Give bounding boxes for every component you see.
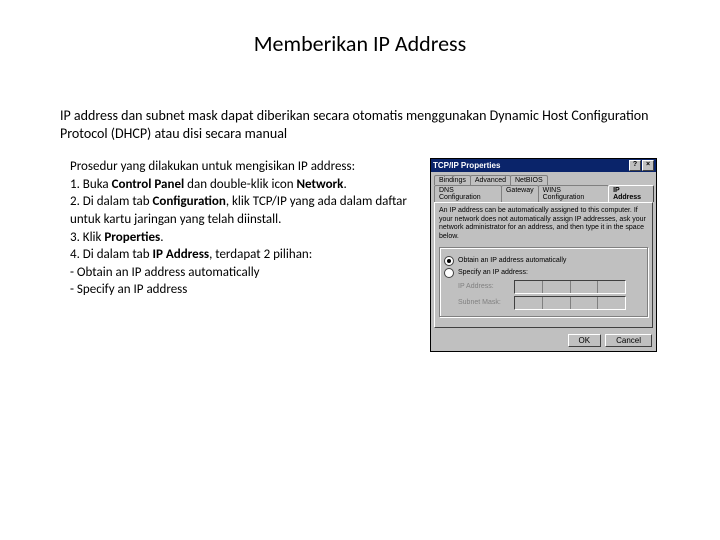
page-title: Memberikan IP Address: [60, 30, 660, 57]
procedure-text: Prosedur yang dilakukan untuk mengisikan…: [60, 158, 420, 352]
bold-configuration: Configuration: [153, 194, 226, 209]
ok-button[interactable]: OK: [568, 334, 602, 347]
dialog-description: An IP address can be automatically assig…: [439, 207, 648, 241]
subnet-mask-field: Subnet Mask:: [458, 296, 643, 310]
help-icon[interactable]: ?: [629, 160, 641, 171]
tab-advanced[interactable]: Advanced: [470, 175, 511, 185]
proc-lead: Prosedur yang dilakukan untuk mengisikan…: [70, 159, 355, 174]
t: 2. Di dalam tab: [70, 194, 153, 209]
tab-netbios[interactable]: NetBIOS: [510, 175, 548, 185]
tab-wins[interactable]: WINS Configuration: [538, 185, 609, 202]
mask-input[interactable]: [514, 296, 626, 310]
bold-properties: Properties: [104, 230, 160, 245]
radio-obtain-auto[interactable]: Obtain an IP address automatically: [444, 256, 643, 266]
ip-address-field: IP Address:: [458, 280, 643, 294]
radio-icon: [444, 256, 454, 266]
ip-label: IP Address:: [458, 283, 510, 290]
t: 3. Klik: [70, 230, 104, 245]
proc-step1: 1. Buka Control Panel dan double-klik ic…: [70, 177, 347, 192]
radio-label: Obtain an IP address automatically: [458, 257, 566, 264]
t: 1. Buka: [70, 177, 112, 192]
proc-opt2: - Specify an IP address: [70, 282, 187, 297]
dialog-tabs: Bindings Advanced NetBIOS DNS Configurat…: [431, 172, 656, 202]
proc-step3: 3. Klik Properties.: [70, 230, 164, 245]
tab-gateway[interactable]: Gateway: [501, 185, 539, 202]
tab-bindings[interactable]: Bindings: [434, 175, 471, 185]
tab-dns[interactable]: DNS Configuration: [434, 185, 502, 202]
dialog-panel: An IP address can be automatically assig…: [434, 202, 653, 328]
t: .: [343, 177, 346, 192]
t: dan double-klik icon: [184, 177, 296, 192]
mask-label: Subnet Mask:: [458, 299, 510, 306]
radio-label: Specify an IP address:: [458, 269, 528, 276]
radio-icon: [444, 268, 454, 278]
dialog-title: TCP/IP Properties: [433, 161, 500, 170]
ip-option-group: Obtain an IP address automatically Speci…: [439, 247, 648, 317]
proc-opt1: - Obtain an IP address automatically: [70, 265, 260, 280]
tab-ip-address[interactable]: IP Address: [608, 185, 654, 202]
dialog-titlebar: TCP/IP Properties ? ×: [431, 159, 656, 172]
ip-input[interactable]: [514, 280, 626, 294]
bold-control-panel: Control Panel: [112, 177, 185, 192]
radio-specify[interactable]: Specify an IP address:: [444, 268, 643, 278]
tcpip-dialog: TCP/IP Properties ? × Bindings Advanced …: [430, 158, 657, 352]
close-icon[interactable]: ×: [642, 160, 654, 171]
bold-network: Network: [296, 177, 343, 192]
t: 4. Di dalam tab: [70, 247, 153, 262]
cancel-button[interactable]: Cancel: [605, 334, 652, 347]
t: , terdapat 2 pilihan:: [209, 247, 312, 262]
t: .: [160, 230, 163, 245]
proc-step4: 4. Di dalam tab IP Address, terdapat 2 p…: [70, 247, 312, 262]
bold-ip-address: IP Address: [153, 247, 210, 262]
intro-text: IP address dan subnet mask dapat diberik…: [60, 107, 660, 143]
proc-step2: 2. Di dalam tab Configuration, klik TCP/…: [70, 194, 407, 227]
